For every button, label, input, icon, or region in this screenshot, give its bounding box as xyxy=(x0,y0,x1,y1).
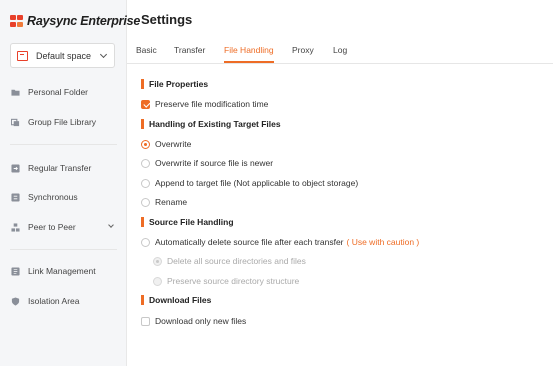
sidebar-item-peer-to-peer[interactable]: Peer to Peer xyxy=(0,217,126,237)
app-name: Raysync Enterprise xyxy=(27,14,141,28)
section-download-files: Download Files xyxy=(141,295,211,305)
sidebar-item-synchronous[interactable]: Synchronous xyxy=(0,187,126,207)
sidebar-item-personal-folder[interactable]: Personal Folder xyxy=(0,82,126,102)
app-logo: Raysync Enterprise xyxy=(10,14,140,28)
tab-transfer[interactable]: Transfer xyxy=(174,45,205,55)
section-file-properties: File Properties xyxy=(141,79,208,89)
auto-delete-source-option[interactable]: Automatically delete source file after e… xyxy=(141,237,419,247)
radio-button[interactable] xyxy=(141,158,150,168)
section-title: Handling of Existing Target Files xyxy=(149,119,281,129)
sync-icon xyxy=(11,192,20,202)
section-title: Source File Handling xyxy=(149,217,234,227)
page-title: Settings xyxy=(141,12,193,27)
sidebar-item-label: Group File Library xyxy=(28,117,97,127)
option-label: Preserve file modification time xyxy=(155,99,269,109)
sidebar-item-group-file-library[interactable]: Group File Library xyxy=(0,112,126,132)
sidebar-item-label: Link Management xyxy=(28,266,96,276)
sidebar-item-label: Isolation Area xyxy=(28,296,80,306)
sidebar-item-label: Regular Transfer xyxy=(28,163,92,173)
download-only-new-checkbox[interactable]: Download only new files xyxy=(141,316,246,326)
section-marker xyxy=(141,119,144,129)
tab-proxy[interactable]: Proxy xyxy=(292,45,314,55)
preserve-modification-time-checkbox[interactable]: Preserve file modification time xyxy=(141,99,268,109)
radio-preserve-structure[interactable]: Preserve source directory structure xyxy=(153,276,299,286)
space-selector-value: Default space xyxy=(36,50,92,61)
radio-append[interactable]: Append to target file (Not applicable to… xyxy=(141,178,358,188)
section-title: File Properties xyxy=(149,79,209,89)
option-label: Download only new files xyxy=(155,316,247,326)
radio-rename[interactable]: Rename xyxy=(141,197,187,207)
radio-button[interactable] xyxy=(141,237,150,247)
settings-tabs: Basic Transfer File Handling Proxy Log xyxy=(127,38,553,64)
section-marker xyxy=(141,217,144,227)
chevron-down-icon xyxy=(108,222,114,228)
divider xyxy=(10,144,117,145)
tab-file-handling[interactable]: File Handling xyxy=(224,45,274,55)
sidebar-item-isolation-area[interactable]: Isolation Area xyxy=(0,291,126,311)
divider xyxy=(10,249,117,250)
caution-text: ( Use with caution ) xyxy=(346,237,420,247)
space-selector[interactable]: Default space xyxy=(10,43,115,68)
sidebar: Raysync Enterprise Default space Persona… xyxy=(0,0,140,366)
radio-delete-all-source[interactable]: Delete all source directories and files xyxy=(153,256,306,266)
tab-log[interactable]: Log xyxy=(333,45,347,55)
active-tab-indicator xyxy=(224,61,274,63)
option-label: Append to target file (Not applicable to… xyxy=(155,178,359,188)
option-label: Delete all source directories and files xyxy=(167,256,306,266)
chevron-down-icon xyxy=(99,50,108,59)
folder-icon xyxy=(11,89,20,96)
section-title: Download Files xyxy=(149,295,212,305)
option-label: Overwrite xyxy=(155,139,192,149)
radio-button[interactable] xyxy=(153,256,162,266)
section-marker xyxy=(141,295,144,305)
radio-overwrite-if-newer[interactable]: Overwrite if source file is newer xyxy=(141,158,273,168)
option-label: Rename xyxy=(155,197,188,207)
sidebar-item-regular-transfer[interactable]: Regular Transfer xyxy=(0,158,126,178)
section-marker xyxy=(141,79,144,89)
sidebar-item-label: Peer to Peer xyxy=(28,222,76,232)
radio-button[interactable] xyxy=(141,197,150,207)
option-label: Overwrite if source file is newer xyxy=(155,158,274,168)
transfer-icon xyxy=(11,163,20,173)
shield-icon xyxy=(11,296,20,306)
radio-button[interactable] xyxy=(141,139,150,149)
peer-icon xyxy=(11,222,20,232)
section-source-file-handling: Source File Handling xyxy=(141,217,234,227)
link-icon xyxy=(11,266,20,276)
raysync-logo-icon xyxy=(10,14,24,28)
space-icon xyxy=(17,50,28,61)
tab-basic[interactable]: Basic xyxy=(136,45,157,55)
checkbox-checked[interactable] xyxy=(141,99,150,109)
section-existing-target-files: Handling of Existing Target Files xyxy=(141,119,281,129)
option-label: Automatically delete source file after e… xyxy=(155,237,344,247)
sidebar-item-link-management[interactable]: Link Management xyxy=(0,261,126,281)
radio-overwrite[interactable]: Overwrite xyxy=(141,139,191,149)
option-label: Preserve source directory structure xyxy=(167,276,300,286)
radio-button[interactable] xyxy=(141,178,150,188)
sidebar-item-label: Personal Folder xyxy=(28,87,89,97)
sidebar-item-label: Synchronous xyxy=(28,192,78,202)
library-icon xyxy=(11,118,20,126)
checkbox[interactable] xyxy=(141,316,150,326)
radio-button[interactable] xyxy=(153,276,162,286)
